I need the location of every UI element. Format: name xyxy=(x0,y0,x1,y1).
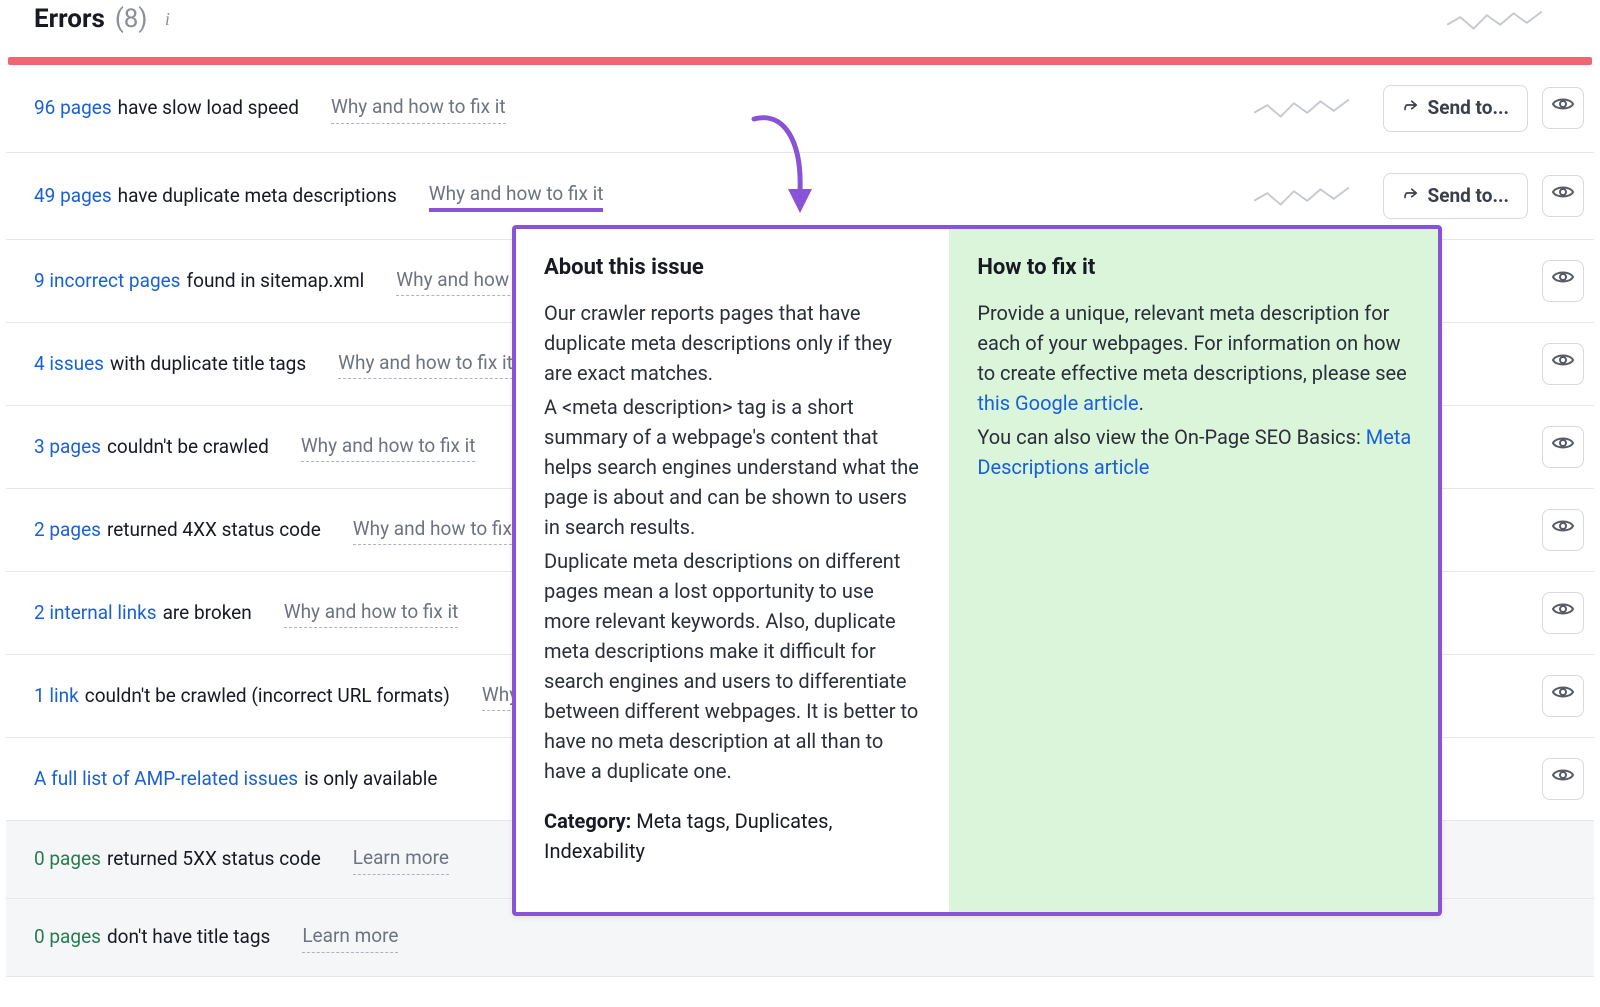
visibility-toggle-button[interactable] xyxy=(1542,592,1584,634)
issue-count-link[interactable]: 3 pages xyxy=(34,433,101,462)
row-actions: Send to... xyxy=(1383,173,1584,220)
eye-icon xyxy=(1551,431,1575,464)
issue-description: have slow load speed xyxy=(118,94,299,123)
send-to-label: Send to... xyxy=(1428,182,1509,211)
learn-more-link[interactable]: Learn more xyxy=(353,844,449,875)
why-how-fix-link[interactable]: Why and how to fix it xyxy=(331,93,506,124)
trend-sparkline xyxy=(1254,93,1349,123)
issue-description: found in sitemap.xml xyxy=(187,267,365,296)
issue-count-link[interactable]: 1 link xyxy=(34,682,79,711)
why-how-fix-link[interactable]: Why and how to fix it xyxy=(338,349,513,380)
issue-description: couldn't be crawled xyxy=(107,433,269,462)
row-actions xyxy=(1542,260,1584,302)
eye-icon xyxy=(1551,180,1575,213)
about-p2: A <meta description> tag is a short summ… xyxy=(544,392,923,542)
eye-icon xyxy=(1551,763,1575,796)
eye-icon xyxy=(1551,597,1575,630)
why-how-fix-link[interactable]: Why and how to fix it xyxy=(353,515,528,546)
issue-count-link[interactable]: 0 pages xyxy=(34,845,101,874)
popover-fix: How to fix it Provide a unique, relevant… xyxy=(949,229,1438,912)
eye-icon xyxy=(1551,348,1575,381)
row-actions xyxy=(1542,426,1584,468)
visibility-toggle-button[interactable] xyxy=(1542,509,1584,551)
visibility-toggle-button[interactable] xyxy=(1542,675,1584,717)
visibility-toggle-button[interactable] xyxy=(1542,87,1584,129)
send-icon xyxy=(1402,182,1420,211)
issue-description: couldn't be crawled (incorrect URL forma… xyxy=(85,682,450,711)
issue-description: with duplicate title tags xyxy=(110,350,306,379)
issue-description: have duplicate meta descriptions xyxy=(118,182,397,211)
errors-title: Errors xyxy=(34,0,105,39)
google-article-link[interactable]: this Google article xyxy=(977,391,1138,415)
errors-count: (8) xyxy=(115,0,148,39)
fix-heading: How to fix it xyxy=(977,251,1412,284)
issue-description: don't have title tags xyxy=(107,923,270,952)
eye-icon xyxy=(1551,514,1575,547)
eye-icon xyxy=(1551,265,1575,298)
issue-count-link[interactable]: 2 pages xyxy=(34,516,101,545)
about-heading: About this issue xyxy=(544,251,923,284)
header-sparkline xyxy=(1447,5,1542,35)
issue-count-link[interactable]: 9 incorrect pages xyxy=(34,267,181,296)
trend-sparkline xyxy=(1254,181,1349,211)
visibility-toggle-button[interactable] xyxy=(1542,175,1584,217)
issue-popover: About this issue Our crawler reports pag… xyxy=(512,225,1442,916)
popover-about: About this issue Our crawler reports pag… xyxy=(516,229,949,912)
issue-count-link[interactable]: 2 internal links xyxy=(34,599,157,628)
fix-p2: You can also view the On-Page SEO Basics… xyxy=(977,422,1412,482)
issue-count-link[interactable]: A full list of AMP-related issues xyxy=(34,765,298,794)
row-actions xyxy=(1542,675,1584,717)
why-how-fix-link[interactable]: Why and how to fix it xyxy=(429,180,604,213)
row-actions xyxy=(1542,343,1584,385)
send-to-button[interactable]: Send to... xyxy=(1383,173,1528,220)
issue-description: are broken xyxy=(163,599,252,628)
about-p3: Duplicate meta descriptions on different… xyxy=(544,546,923,786)
row-actions: Send to... xyxy=(1383,85,1584,132)
row-actions xyxy=(1542,758,1584,800)
issue-description: is only available xyxy=(304,765,437,794)
send-to-button[interactable]: Send to... xyxy=(1383,85,1528,132)
issue-description: returned 5XX status code xyxy=(107,845,321,874)
visibility-toggle-button[interactable] xyxy=(1542,758,1584,800)
eye-icon xyxy=(1551,680,1575,713)
issue-description: returned 4XX status code xyxy=(107,516,321,545)
row-actions xyxy=(1542,509,1584,551)
visibility-toggle-button[interactable] xyxy=(1542,260,1584,302)
learn-more-link[interactable]: Learn more xyxy=(302,922,398,953)
about-p1: Our crawler reports pages that have dupl… xyxy=(544,298,923,388)
issue-count-link[interactable]: 96 pages xyxy=(34,94,112,123)
issue-count-link[interactable]: 4 issues xyxy=(34,350,104,379)
row-actions xyxy=(1542,592,1584,634)
about-category: Category: Meta tags, Duplicates, Indexab… xyxy=(544,806,923,866)
visibility-toggle-button[interactable] xyxy=(1542,426,1584,468)
why-how-fix-link[interactable]: Why and how to fix it xyxy=(301,432,476,463)
fix-p1: Provide a unique, relevant meta descript… xyxy=(977,298,1412,418)
visibility-toggle-button[interactable] xyxy=(1542,343,1584,385)
issue-count-link[interactable]: 0 pages xyxy=(34,923,101,952)
error-severity-bar xyxy=(8,57,1592,65)
send-to-label: Send to... xyxy=(1428,94,1509,123)
info-icon[interactable]: i xyxy=(157,10,177,30)
issue-count-link[interactable]: 49 pages xyxy=(34,182,112,211)
errors-header: Errors (8) i xyxy=(6,0,1594,57)
error-row: 96 pages have slow load speed Why and how… xyxy=(6,65,1594,153)
send-icon xyxy=(1402,94,1420,123)
why-how-fix-link[interactable]: Why and how to fix it xyxy=(284,598,459,629)
eye-icon xyxy=(1551,92,1575,125)
